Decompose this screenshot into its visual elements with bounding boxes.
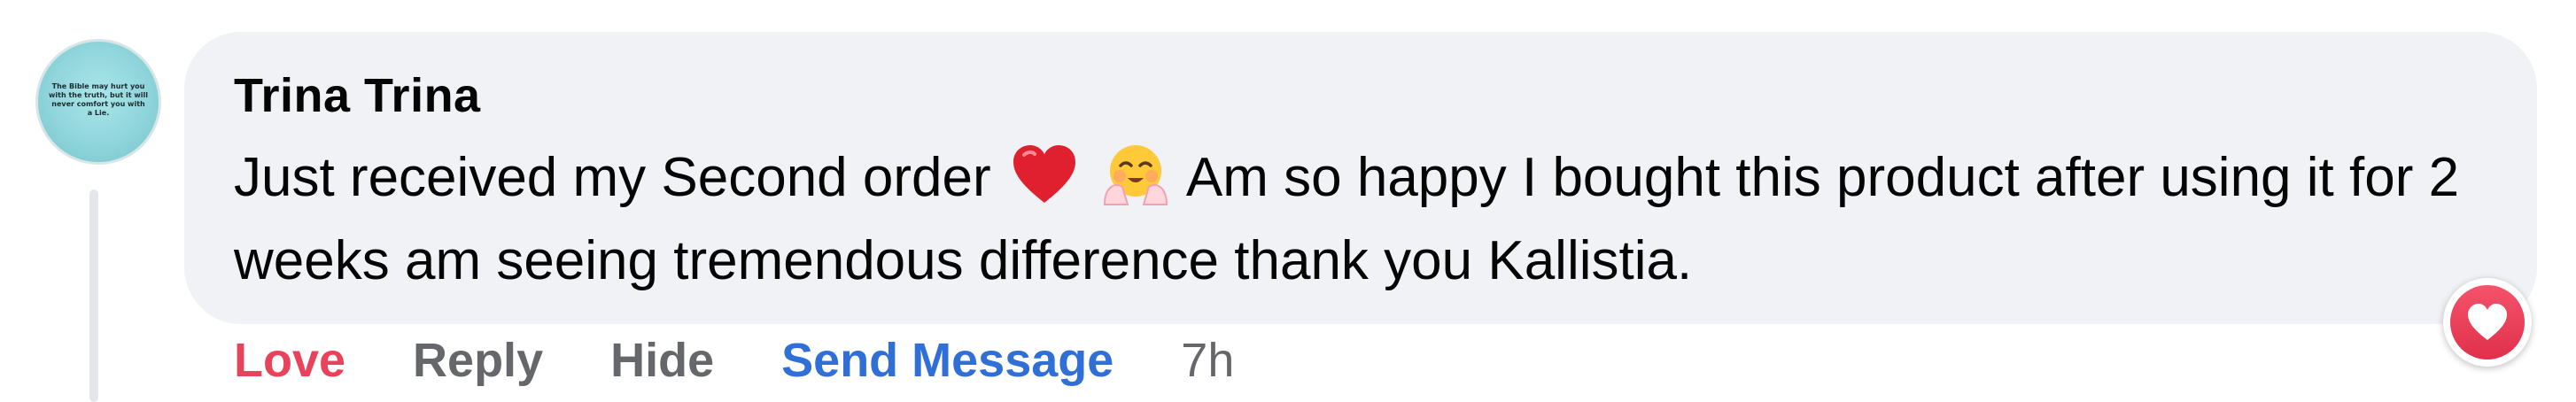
send-message-button[interactable]: Send Message [781, 333, 1113, 388]
hide-button[interactable]: Hide [610, 333, 714, 388]
comment-bubble: Trina Trina Just received my Second orde… [184, 32, 2537, 324]
avatar[interactable]: The Bible may hurt you with the truth, b… [35, 39, 161, 165]
comment-text-part1: Just received my Second order [234, 147, 991, 208]
love-button[interactable]: Love [234, 333, 345, 388]
timestamp[interactable]: 7h [1181, 333, 1234, 388]
comment-actions: Love Reply Hide Send Message 7h [234, 329, 1301, 391]
comment-text: Just received my Second order Am so happ… [234, 136, 2484, 303]
reply-button[interactable]: Reply [413, 333, 543, 388]
thread-line [89, 189, 98, 402]
avatar-text: The Bible may hurt you with the truth, b… [49, 82, 148, 117]
love-reaction [2450, 285, 2525, 359]
smiling-face-with-open-hands-emoji-icon [1104, 145, 1168, 205]
author-name[interactable]: Trina Trina [234, 67, 2537, 124]
heart-icon [2468, 304, 2507, 340]
heart-emoji-icon [1013, 145, 1075, 203]
reaction-badge[interactable] [2443, 278, 2532, 367]
